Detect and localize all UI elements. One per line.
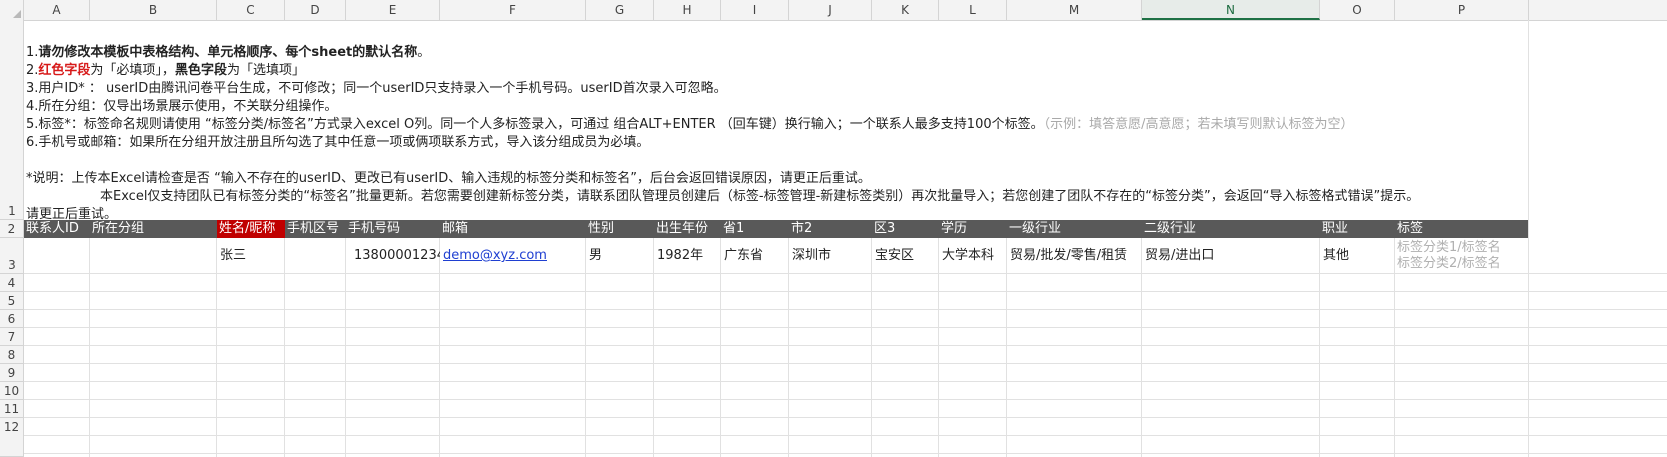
- gridline: [24, 399, 1667, 400]
- instruction-line-3: 3.用户ID* ： userID由腾讯问卷平台生成，不可修改；同一个userID…: [26, 81, 727, 96]
- instruction-text: 5.标签*：标签命名规则请使用 “标签分类/标签名”方式录入excel O列。同…: [26, 117, 1044, 132]
- header-province[interactable]: 省1: [721, 220, 789, 238]
- red-field-label: 红色字段: [38, 63, 91, 78]
- header-birth-year[interactable]: 出生年份: [654, 220, 721, 238]
- line-number: 2.: [26, 63, 39, 78]
- instruction-line-4: 4.所在分组：仅导出场景展示使用，不关联分组操作。: [26, 99, 338, 114]
- line-number: 1.: [26, 45, 39, 60]
- note-line-1: *说明：上传本Excel请检查是否 “输入不存在的userID、更改已有user…: [26, 171, 871, 186]
- row-header-7[interactable]: 7: [0, 328, 24, 346]
- instruction-line-6: 6.手机号或邮箱：如果所在分组开放注册且所勾选了其中任意一项或俩项联系方式，导入…: [26, 135, 650, 150]
- instruction-text: 为「必填项」，: [90, 63, 175, 78]
- header-city[interactable]: 市2: [789, 220, 872, 238]
- column-header-c[interactable]: C: [217, 0, 285, 20]
- header-email[interactable]: 邮箱: [440, 220, 586, 238]
- row-header-5[interactable]: 5: [0, 292, 24, 310]
- cell-education[interactable]: 大学本科: [939, 238, 1007, 274]
- row-header-1[interactable]: 1: [0, 20, 24, 220]
- column-header-d[interactable]: D: [285, 0, 346, 20]
- column-header-p[interactable]: P: [1395, 0, 1529, 20]
- column-header-g[interactable]: G: [586, 0, 654, 20]
- tag-line: 标签分类2/标签名: [1397, 256, 1501, 271]
- cell-industry-2[interactable]: 贸易/进出口: [1142, 238, 1320, 274]
- bold-text: 请勿修改本模板中: [38, 45, 143, 60]
- gridline: [24, 291, 1667, 292]
- instruction-line-2: 2.红色字段为「必填项」，黑色字段为「选填项」: [26, 59, 305, 78]
- instruction-text: 为「选填项」: [226, 63, 305, 78]
- select-all-corner[interactable]: [0, 0, 24, 20]
- gridline: [24, 345, 1667, 346]
- gridline: [89, 220, 90, 457]
- column-header-e[interactable]: E: [346, 0, 440, 20]
- column-header-m[interactable]: M: [1007, 0, 1142, 20]
- column-header-j[interactable]: J: [789, 0, 872, 20]
- gridline: [24, 453, 1667, 454]
- gridline: [24, 363, 1667, 364]
- header-contact-id[interactable]: 联系人ID: [24, 220, 90, 238]
- column-header-i[interactable]: I: [721, 0, 789, 20]
- row-header-10[interactable]: 10: [0, 382, 24, 400]
- gridline: [24, 327, 1667, 328]
- row-header-3[interactable]: 3: [0, 238, 24, 274]
- header-gender[interactable]: 性别: [586, 220, 654, 238]
- row-header-9[interactable]: 9: [0, 364, 24, 382]
- email-link[interactable]: demo@xyz.com: [443, 248, 547, 263]
- cell-district[interactable]: 宝安区: [872, 238, 939, 274]
- cell-tags[interactable]: 标签分类1/标签名 标签分类2/标签名: [1397, 240, 1501, 272]
- row-number: 3: [8, 258, 16, 272]
- select-all-triangle-icon: [13, 10, 21, 18]
- header-industry-2[interactable]: 二级行业: [1142, 220, 1320, 238]
- bold-text: 表格结构、单元格顺序、每个sheet的默认名称: [142, 45, 418, 60]
- row-header-2[interactable]: 2: [0, 220, 24, 238]
- cell-birth-year[interactable]: 1982年: [654, 238, 721, 274]
- instruction-line-5: 5.标签*：标签命名规则请使用 “标签分类/标签名”方式录入excel O列。同…: [26, 113, 1354, 132]
- column-header-l[interactable]: L: [939, 0, 1007, 20]
- tag-line: 标签分类1/标签名: [1397, 240, 1501, 255]
- cell-gender[interactable]: 男: [586, 238, 654, 274]
- gridline: [1528, 20, 1529, 457]
- note-line-2: 本Excel仅支持团队已有标签分类的“标签名”批量更新。若您需要创建新标签分类，…: [100, 189, 1420, 204]
- header-name-required[interactable]: 姓名/昵称: [217, 220, 285, 238]
- cell-industry-1[interactable]: 贸易/批发/零售/租赁: [1007, 238, 1142, 274]
- cell-name[interactable]: 张三: [217, 238, 285, 274]
- row-header-6[interactable]: 6: [0, 310, 24, 328]
- header-education[interactable]: 学历: [939, 220, 1007, 238]
- cell-province[interactable]: 广东省: [721, 238, 789, 274]
- cell-occupation[interactable]: 其他: [1320, 238, 1395, 274]
- header-area-code[interactable]: 手机区号: [285, 220, 346, 238]
- header-industry-1[interactable]: 一级行业: [1007, 220, 1142, 238]
- header-group[interactable]: 所在分组: [90, 220, 217, 238]
- header-occupation[interactable]: 职业: [1320, 220, 1395, 238]
- header-district[interactable]: 区3: [872, 220, 939, 238]
- black-field-label: 黑色字段: [174, 63, 227, 78]
- column-header-a[interactable]: A: [24, 0, 90, 20]
- gridline: [24, 417, 1667, 418]
- row-number: 1: [8, 204, 16, 218]
- cell-phone[interactable]: 13800001234: [352, 238, 440, 274]
- column-header-h[interactable]: H: [654, 0, 721, 20]
- instruction-line-1: 1.请勿修改本模板中表格结构、单元格顺序、每个sheet的默认名称。: [26, 41, 430, 60]
- cell-city[interactable]: 深圳市: [789, 238, 872, 274]
- cell-email[interactable]: demo@xyz.com: [440, 238, 586, 274]
- row-header-12[interactable]: 12: [0, 418, 24, 457]
- header-phone[interactable]: 手机号码: [346, 220, 440, 238]
- spreadsheet: A B C D E F G H I J K L M N O P 1 2 3 4 …: [0, 0, 1667, 457]
- row-header-11[interactable]: 11: [0, 400, 24, 418]
- gridline: [24, 435, 1667, 436]
- column-header-o[interactable]: O: [1320, 0, 1395, 20]
- column-header-f[interactable]: F: [440, 0, 586, 20]
- row-header-8[interactable]: 8: [0, 346, 24, 364]
- header-tags[interactable]: 标签: [1395, 220, 1528, 238]
- row-header-4[interactable]: 4: [0, 274, 24, 292]
- example-hint: （示例：填答意愿/高意愿；若未填写则默认标签为空）: [1043, 117, 1354, 132]
- gridline: [345, 220, 346, 457]
- column-header-b[interactable]: B: [90, 0, 217, 20]
- gridline: [24, 309, 1667, 310]
- column-header-k[interactable]: K: [872, 0, 939, 20]
- gridline: [24, 381, 1667, 382]
- column-header-n[interactable]: N: [1142, 0, 1320, 20]
- instruction-text: 。: [417, 45, 431, 60]
